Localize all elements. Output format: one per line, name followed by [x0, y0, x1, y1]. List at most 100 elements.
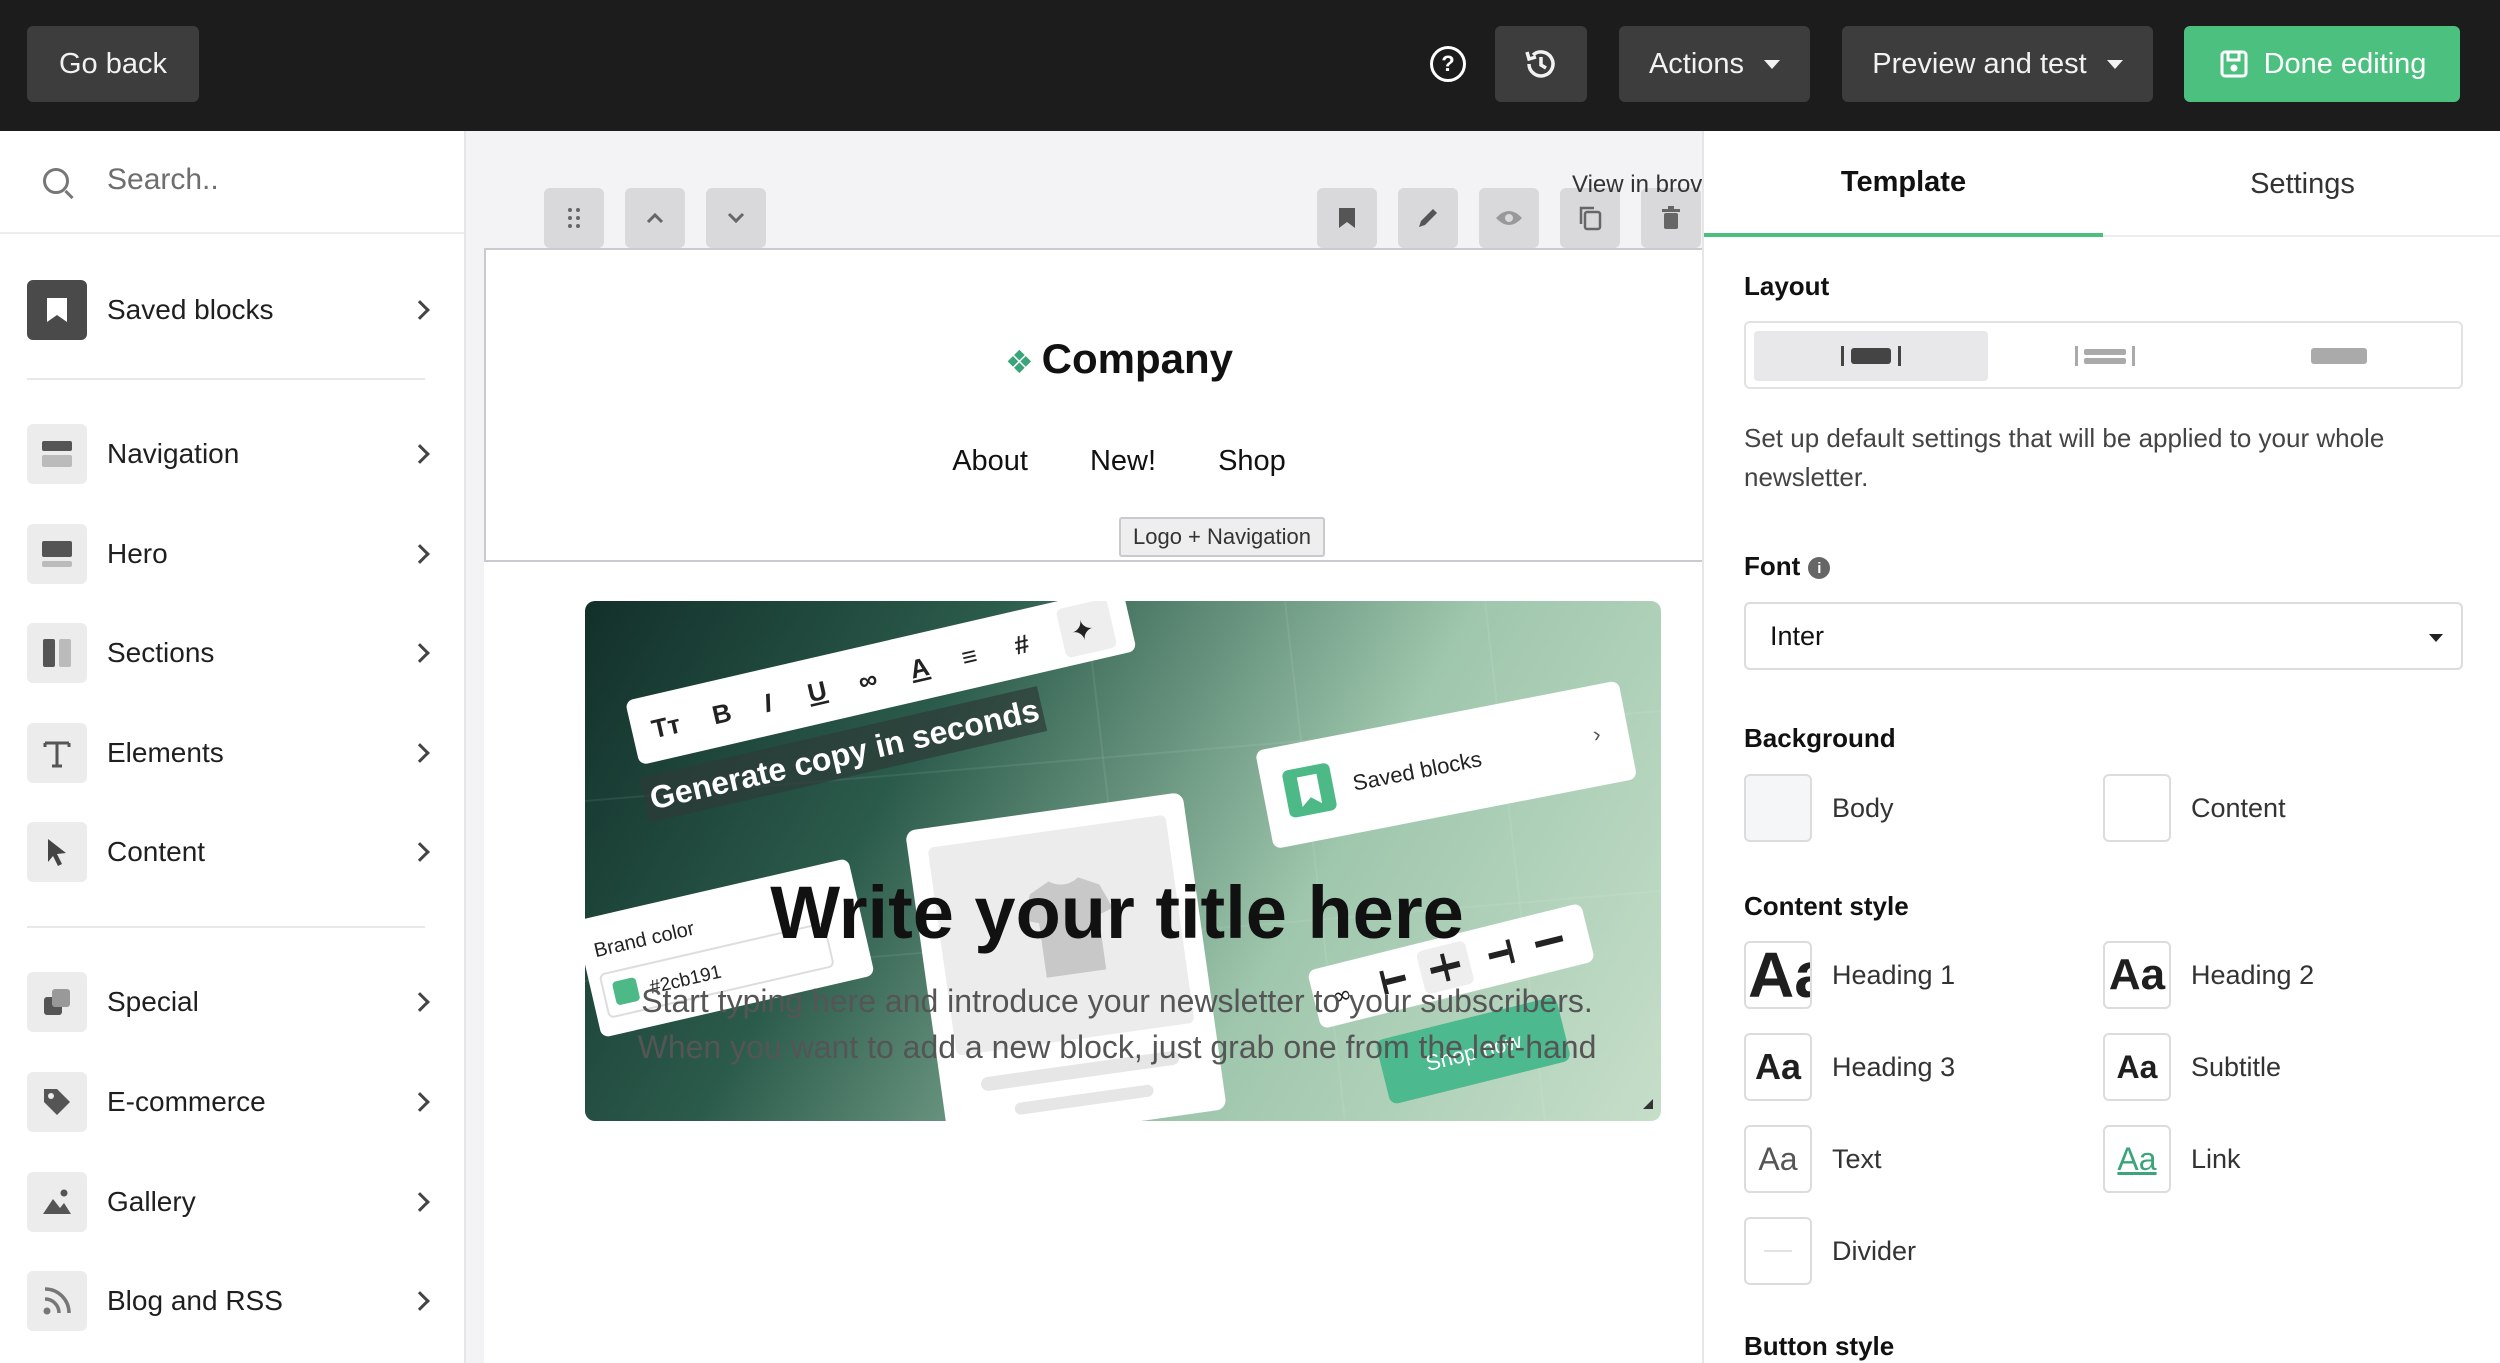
text-label: Text	[1832, 1143, 1882, 1174]
nav-link-shop[interactable]: Shop	[1218, 445, 1286, 478]
sidebar-item-label: Content	[107, 836, 206, 867]
edit-icon[interactable]	[1398, 188, 1458, 248]
sidebar-item-navigation[interactable]: Navigation	[27, 423, 437, 485]
search-bar[interactable]: Search..	[0, 131, 464, 234]
background-heading: Background	[1744, 723, 1896, 753]
settings-panel: Template Settings Layout Set up default …	[1702, 131, 2500, 1363]
email-preview: ❖ Company About New! Shop Logo + Navigati…	[484, 248, 1702, 1363]
sidebar-item-label: Navigation	[107, 438, 240, 469]
email-body-text[interactable]: Start typing here and introduce your new…	[484, 978, 1702, 1070]
actions-dropdown[interactable]: Actions	[1619, 26, 1810, 102]
top-bar: Go back ? Actions Preview and test Done …	[0, 0, 2500, 131]
block-type-label: Logo + Navigation	[1119, 517, 1325, 557]
email-body-line-1: Start typing here and introduce your new…	[641, 983, 1593, 1019]
sidebar-item-sections[interactable]: Sections	[27, 622, 437, 684]
view-in-browser-link[interactable]: View in brov	[1572, 171, 1702, 199]
rss-icon	[27, 1271, 87, 1331]
style-heading-1[interactable]: Aa Heading 1	[1744, 941, 1955, 1009]
logo-navigation-block[interactable]: ❖ Company About New! Shop Logo + Navigati…	[484, 248, 1702, 562]
font-heading: Font i	[1744, 551, 1831, 582]
save-block-icon[interactable]	[1317, 188, 1377, 248]
blocks-sidebar: Search.. Saved blocks Navigation Hero Se…	[0, 131, 466, 1363]
search-icon	[43, 168, 69, 194]
history-button[interactable]	[1495, 26, 1587, 102]
bg-content-row[interactable]: Content	[2103, 774, 2286, 842]
company-logo: ❖ Company	[486, 335, 1702, 383]
move-down-icon[interactable]	[706, 188, 766, 248]
sidebar-item-e-commerce[interactable]: E-commerce	[27, 1071, 437, 1133]
chevron-right-icon	[410, 300, 430, 320]
heading-2-sample: Aa	[2108, 950, 2166, 999]
heading-3-label: Heading 3	[1832, 1051, 1956, 1082]
font-select[interactable]: Inter	[1744, 602, 2463, 670]
divider	[27, 378, 425, 380]
info-icon[interactable]: i	[1808, 557, 1831, 580]
sidebar-item-hero[interactable]: Hero	[27, 523, 437, 585]
chevron-right-icon	[410, 1291, 430, 1311]
chevron-right-icon	[410, 842, 430, 862]
sidebar-item-saved-blocks[interactable]: Saved blocks	[27, 279, 437, 341]
preview-and-test-dropdown[interactable]: Preview and test	[1842, 26, 2153, 102]
style-subtitle[interactable]: Aa Subtitle	[2103, 1033, 2281, 1101]
tag-icon	[27, 1072, 87, 1132]
sidebar-item-label: Special	[107, 986, 199, 1017]
link-preview: Aa	[2103, 1125, 2171, 1193]
sidebar-item-label: Saved blocks	[107, 294, 274, 325]
chevron-right-icon	[410, 643, 430, 663]
caret-down-icon	[2106, 59, 2123, 69]
tab-template[interactable]: Template	[1704, 131, 2103, 237]
caret-down-icon	[1764, 59, 1781, 69]
heading-3-preview: Aa	[1744, 1033, 1812, 1101]
nav-link-about[interactable]: About	[952, 445, 1028, 478]
style-heading-2[interactable]: Aa Heading 2	[2103, 941, 2314, 1009]
move-up-icon[interactable]	[625, 188, 685, 248]
link-label: Link	[2191, 1143, 2241, 1174]
layout-option-medium[interactable]	[1988, 331, 2222, 381]
link-sample: Aa	[2117, 1140, 2157, 1177]
sidebar-item-blog-and-rss[interactable]: Blog and RSS	[27, 1270, 437, 1332]
font-heading-label: Font	[1744, 551, 1801, 581]
sidebar-item-gallery[interactable]: Gallery	[27, 1171, 437, 1233]
heading-3-sample: Aa	[1754, 1046, 1802, 1087]
divider-preview	[1744, 1217, 1812, 1285]
layout-medium-icon	[2075, 346, 2135, 366]
bg-body-label: Body	[1832, 792, 1894, 823]
diamond-icon: ❖	[1004, 344, 1034, 380]
style-text[interactable]: Aa Text	[1744, 1125, 1882, 1193]
text-preview: Aa	[1744, 1125, 1812, 1193]
email-body-line-2: When you want to add a new block, just g…	[637, 1029, 1597, 1065]
style-link[interactable]: Aa Link	[2103, 1125, 2241, 1193]
style-heading-3[interactable]: Aa Heading 3	[1744, 1033, 1955, 1101]
layout-option-narrow[interactable]	[1754, 331, 1988, 381]
bg-body-row[interactable]: Body	[1744, 774, 1894, 842]
bg-body-swatch[interactable]	[1744, 774, 1812, 842]
preview-label: Preview and test	[1872, 47, 2087, 80]
sidebar-item-special[interactable]: Special	[27, 971, 437, 1033]
done-editing-button[interactable]: Done editing	[2184, 26, 2460, 102]
editor-canvas: View in brov ❖ Company About New! Shop Lo…	[466, 131, 1702, 1363]
sidebar-item-content[interactable]: Content	[27, 821, 437, 883]
button-style-heading: Button style	[1744, 1331, 1895, 1361]
navigation-icon	[27, 424, 87, 484]
divider-line	[1764, 1250, 1792, 1252]
sidebar-item-label: E-commerce	[107, 1086, 266, 1117]
drag-handle-icon[interactable]	[544, 188, 604, 248]
layout-option-full[interactable]	[2222, 331, 2456, 381]
bg-content-label: Content	[2191, 792, 2286, 823]
nav-link-new[interactable]: New!	[1090, 445, 1156, 478]
help-icon[interactable]: ?	[1430, 46, 1466, 82]
visibility-icon[interactable]	[1479, 188, 1539, 248]
style-divider[interactable]: Divider	[1744, 1217, 1916, 1285]
font-select-value: Inter	[1770, 620, 1825, 651]
tab-settings[interactable]: Settings	[2103, 131, 2500, 237]
bg-content-swatch[interactable]	[2103, 774, 2171, 842]
subtitle-sample: Aa	[2116, 1048, 2158, 1085]
sidebar-item-elements[interactable]: Elements	[27, 722, 437, 784]
content-style-heading: Content style	[1744, 891, 1909, 921]
save-icon	[2220, 50, 2248, 78]
email-title[interactable]: Write your title here	[484, 870, 1702, 955]
heading-2-preview: Aa	[2103, 941, 2171, 1009]
chevron-right-icon	[410, 1192, 430, 1212]
search-input[interactable]: Search..	[107, 163, 219, 197]
go-back-button[interactable]: Go back	[27, 26, 199, 102]
